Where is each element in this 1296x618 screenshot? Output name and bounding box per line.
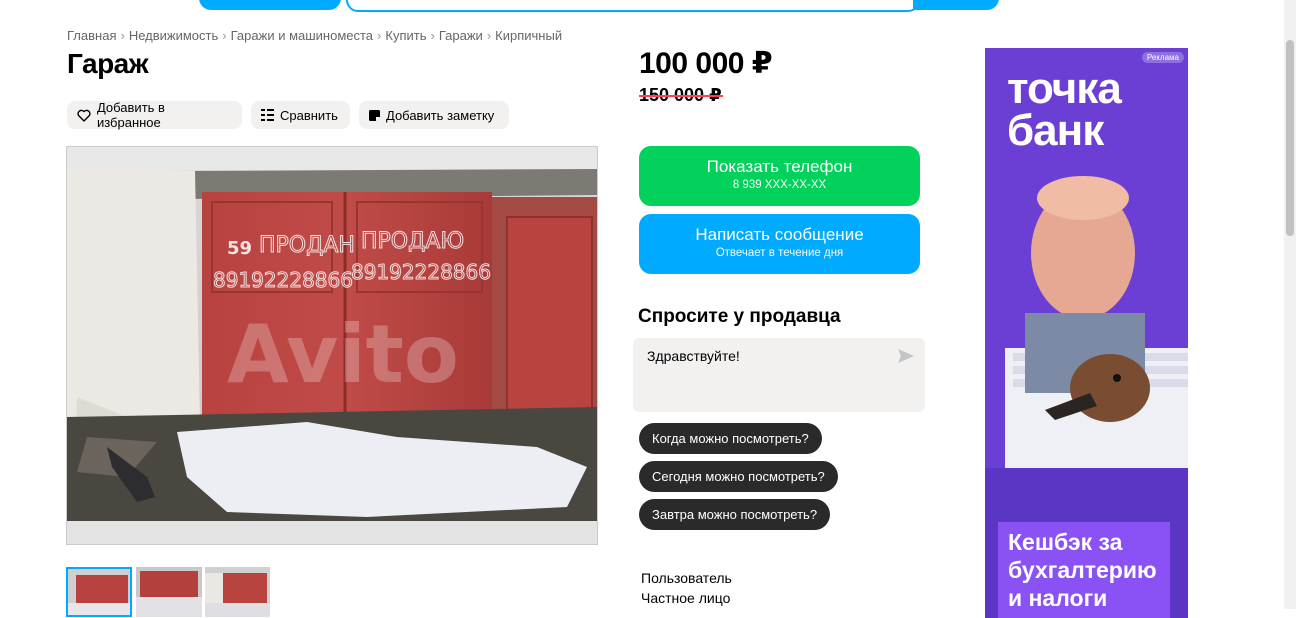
listing-old-price: 150 000 ₽: [639, 85, 723, 106]
header-search-input[interactable]: [346, 0, 920, 12]
breadcrumb-separator: ›: [430, 28, 435, 43]
quick-question-today[interactable]: Сегодня можно посмотреть?: [639, 461, 838, 492]
photo-graffiti-number: 59: [227, 238, 252, 259]
write-message-label: Написать сообщение: [695, 225, 864, 244]
ask-seller-title: Спросите у продавца: [638, 306, 841, 327]
add-note-button[interactable]: Добавить заметку: [359, 101, 509, 129]
seller-name[interactable]: Пользователь: [641, 570, 732, 586]
ad-brand-line-1: точка: [1007, 64, 1122, 113]
seller-message-text[interactable]: Здравствуйте!: [647, 348, 740, 364]
breadcrumb-garages-parking[interactable]: Гаражи и машиноместа: [231, 28, 373, 43]
scrollbar-thumb[interactable]: [1286, 40, 1294, 236]
compare-button[interactable]: Сравнить: [251, 101, 350, 129]
photo-thumbnail-2[interactable]: [136, 567, 202, 617]
ad-label: Реклама: [1141, 52, 1184, 63]
ad-banner[interactable]: Реклама точка банк Кешбэк за бухгалтерию…: [985, 48, 1188, 618]
breadcrumb-realty[interactable]: Недвижимость: [129, 28, 218, 43]
add-note-label: Добавить заметку: [386, 107, 495, 123]
breadcrumb-separator: ›: [120, 28, 125, 43]
compare-label: Сравнить: [280, 107, 338, 123]
photo-thumbnail-3[interactable]: [205, 567, 270, 617]
note-icon: [369, 109, 380, 121]
photo-graffiti-phone-1: 89192228866: [213, 268, 353, 292]
ad-cashback-text: Кешбэк за бухгалтерию и налоги: [1008, 528, 1157, 612]
listing-title: Гараж: [67, 48, 149, 79]
header-search-button[interactable]: [913, 0, 999, 10]
ad-text-line-2: бухгалтерию: [1008, 557, 1157, 583]
header-category-button[interactable]: [199, 0, 341, 10]
photo-watermark: Avito: [227, 308, 459, 401]
heart-icon: [77, 109, 91, 122]
photo-thumbnail-1[interactable]: [66, 567, 132, 617]
ad-text-line-1: Кешбэк за: [1008, 529, 1123, 555]
seller-type: Частное лицо: [641, 590, 731, 606]
response-time-label: Отвечает в течение дня: [715, 247, 844, 259]
breadcrumb-separator: ›: [377, 28, 382, 43]
old-price-strikethrough: [639, 95, 723, 97]
add-to-favorites-label: Добавить в избранное: [96, 100, 165, 130]
thumbnail-image: [68, 569, 130, 615]
breadcrumb: Главная › Недвижимость › Гаражи и машиномест…: [67, 28, 562, 43]
thumbnail-image: [205, 567, 270, 617]
ad-brand-line-2: банк: [1007, 106, 1104, 155]
quick-question-when[interactable]: Когда можно посмотреть?: [639, 423, 822, 454]
ad-brand: точка банк: [1007, 64, 1122, 155]
listing-price: 100 000 ₽: [639, 47, 773, 80]
phone-number-masked: 8 939 XXX-XX-XX: [732, 179, 827, 191]
write-message-button[interactable]: Написать сообщение Отвечает в течение дн…: [639, 214, 920, 274]
breadcrumb-brick[interactable]: Кирпичный: [495, 28, 562, 43]
breadcrumb-garages[interactable]: Гаражи: [439, 28, 483, 43]
send-icon[interactable]: [897, 348, 915, 364]
garage-photo-image: 59 ПРОДАН ПРОДАЮ 89192228866 89192228866…: [67, 147, 597, 544]
photo-graffiti-selling: ПРОДАЮ: [361, 229, 464, 254]
add-to-favorites-button[interactable]: Добавить в избранное: [67, 100, 242, 130]
show-phone-button[interactable]: Показать телефон 8 939 XXX-XX-XX: [639, 146, 920, 206]
show-phone-label: Показать телефон: [706, 157, 853, 176]
breadcrumb-separator: ›: [222, 28, 227, 43]
thumbnail-image: [136, 567, 202, 617]
photo-graffiti-sold: ПРОДАН: [259, 233, 355, 258]
photo-graffiti-phone-2: 89192228866: [351, 260, 491, 284]
compare-icon: [261, 109, 274, 121]
breadcrumb-buy[interactable]: Купить: [385, 28, 426, 43]
ad-text-line-3: и налоги: [1008, 585, 1108, 611]
listing-main-photo[interactable]: 59 ПРОДАН ПРОДАЮ 89192228866 89192228866…: [66, 146, 598, 545]
quick-question-tomorrow[interactable]: Завтра можно посмотреть?: [639, 499, 831, 530]
breadcrumb-home[interactable]: Главная: [67, 28, 116, 43]
breadcrumb-separator: ›: [486, 28, 492, 43]
